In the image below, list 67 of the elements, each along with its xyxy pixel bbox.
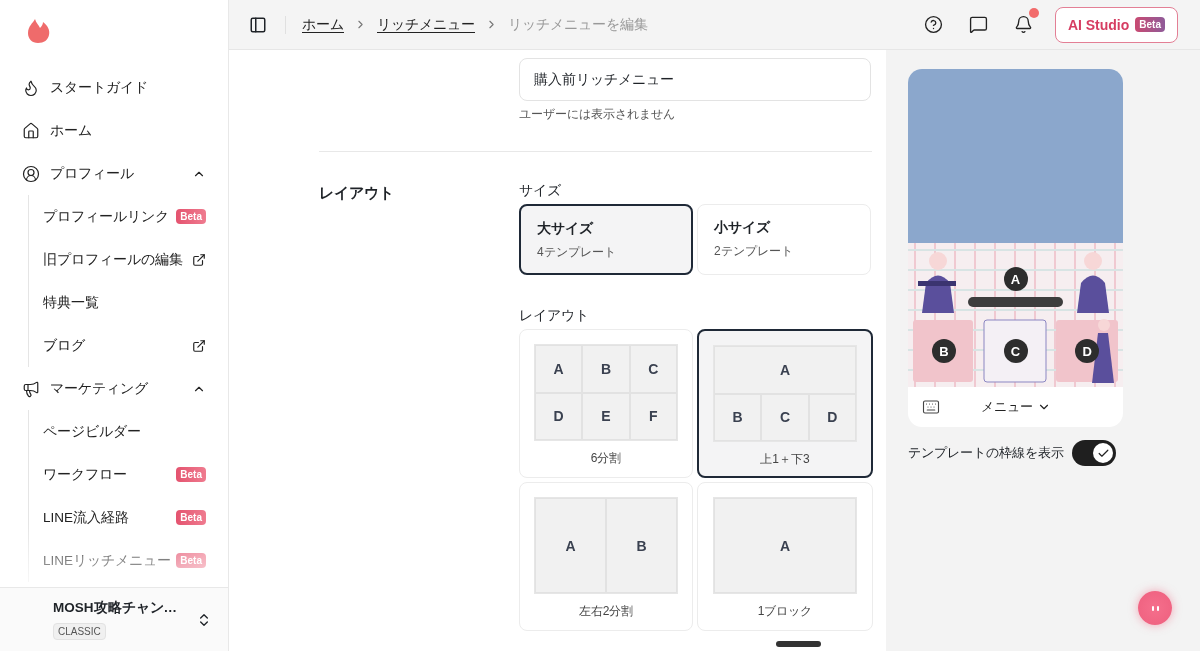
layout-cell: B xyxy=(582,345,630,393)
breadcrumb-current: リッチメニューを編集 xyxy=(508,15,648,34)
nav-item[interactable]: LINE流入経路 Beta xyxy=(43,496,216,539)
nav-item[interactable]: ワークフロー Beta xyxy=(43,453,216,496)
scroll-indicator xyxy=(776,641,821,647)
layout-name: 6分割 xyxy=(590,450,622,467)
field-hint: ユーザーには表示されません xyxy=(519,106,676,123)
plan-badge: CLASSIC xyxy=(53,623,106,640)
layout-cell: B xyxy=(606,498,677,593)
nav-item[interactable]: 旧プロフィールの編集 xyxy=(43,238,216,281)
keyboard-icon[interactable] xyxy=(922,398,940,416)
layout-option[interactable]: A B C D 上1＋下3 xyxy=(697,329,873,478)
breadcrumb-link[interactable]: ホーム xyxy=(302,15,344,34)
nav-item[interactable]: プロフィール xyxy=(12,152,216,195)
flame-icon xyxy=(22,78,40,97)
nav-item[interactable]: LINEリッチメニュー Beta xyxy=(43,539,216,582)
toggle-label: テンプレートの枠線を表示 xyxy=(908,444,1064,462)
nav-item[interactable]: 特典一覧 xyxy=(43,281,216,324)
layout-cell: A xyxy=(714,498,856,593)
sidebar-toggle-icon[interactable] xyxy=(249,15,267,34)
size-option[interactable]: 大サイズ 4テンプレート xyxy=(519,204,693,275)
size-title: 小サイズ xyxy=(714,219,772,237)
layout-name: 上1＋下3 xyxy=(760,451,810,468)
size-subtitle: 2テンプレート xyxy=(714,243,794,260)
border-toggle[interactable] xyxy=(1072,440,1116,466)
layout-option[interactable]: A 1ブロック xyxy=(697,482,873,631)
layout-name: 左右2分割 xyxy=(578,603,634,620)
layout-cell: D xyxy=(535,392,583,440)
size-option[interactable]: 小サイズ 2テンプレート xyxy=(697,204,871,275)
layout-label: レイアウト xyxy=(519,307,590,325)
nav-item[interactable]: ホーム xyxy=(12,109,216,152)
beta-badge: Beta xyxy=(176,209,206,224)
beta-badge: Beta xyxy=(176,553,206,568)
layout-cell: D xyxy=(808,393,856,441)
menu-toggle[interactable]: メニュー xyxy=(940,397,1091,417)
layout-name: 1ブロック xyxy=(757,603,813,620)
layout-cell: C xyxy=(629,345,677,393)
layout-cell: B xyxy=(714,393,762,441)
beta-badge: Beta xyxy=(1135,17,1165,32)
user-icon xyxy=(22,164,40,183)
layout-cell: C xyxy=(761,393,809,441)
layout-option[interactable]: A B 左右2分割 xyxy=(519,482,693,631)
megaphone-icon xyxy=(22,379,40,398)
name-field[interactable]: 購入前リッチメニュー xyxy=(519,58,871,101)
layout-cell: A xyxy=(535,345,583,393)
nav-item[interactable]: ページビルダー xyxy=(43,410,216,453)
layout-cell: F xyxy=(629,392,677,440)
size-title: 大サイズ xyxy=(537,220,595,238)
home-icon xyxy=(22,121,40,140)
nav-item[interactable]: ブログ xyxy=(43,324,216,367)
layout-cell: A xyxy=(714,346,856,394)
section-title: レイアウト xyxy=(319,183,395,203)
account-name: MOSH攻略チャン… xyxy=(53,599,178,617)
size-subtitle: 4テンプレート xyxy=(537,244,617,261)
size-label: サイズ xyxy=(519,182,562,200)
layout-cell: A xyxy=(535,498,606,593)
nav-item[interactable]: マーケティング xyxy=(12,367,216,410)
beta-badge: Beta xyxy=(176,510,206,525)
layout-cell: E xyxy=(582,392,630,440)
ai-studio-button[interactable]: AI Studio Beta xyxy=(1054,6,1178,43)
account-switcher[interactable]: MOSH攻略チャン… CLASSIC xyxy=(0,587,228,651)
nav-item[interactable]: プロフィールリンク Beta xyxy=(43,195,216,238)
assistant-button[interactable] xyxy=(1138,591,1172,625)
breadcrumb-link[interactable]: リッチメニュー xyxy=(377,15,475,34)
nav-item[interactable]: スタートガイド xyxy=(12,66,216,109)
beta-badge: Beta xyxy=(176,467,206,482)
layout-option[interactable]: A B C D E F 6分割 xyxy=(519,329,693,478)
